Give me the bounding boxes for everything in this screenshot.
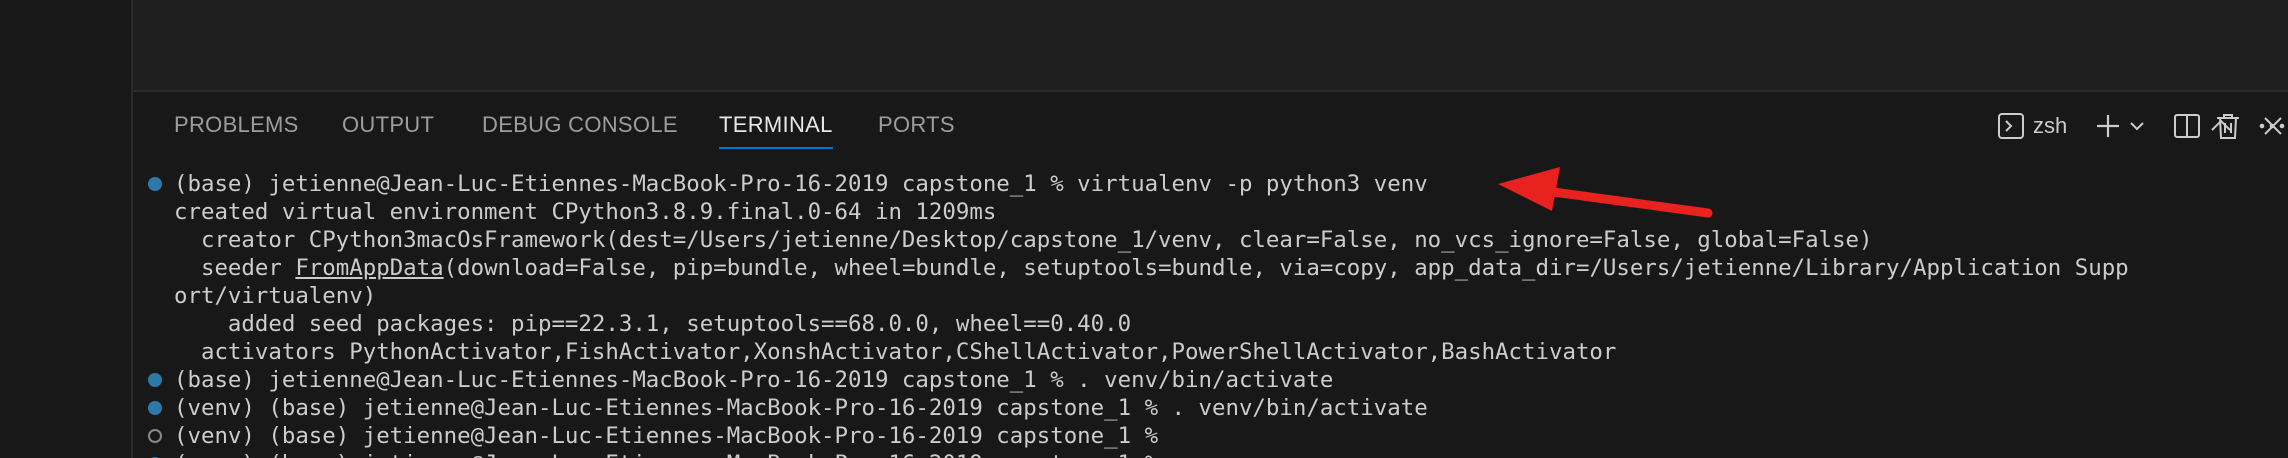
command-success-decoration[interactable] bbox=[148, 401, 162, 415]
chevron-up-icon bbox=[2209, 114, 2233, 138]
plus-icon bbox=[2094, 112, 2122, 140]
activity-bar bbox=[0, 0, 133, 458]
terminal-profiles-dropdown[interactable] bbox=[2129, 108, 2145, 144]
tab-terminal[interactable]: TERMINAL bbox=[719, 112, 833, 149]
terminal-line: activators PythonActivator,FishActivator… bbox=[174, 339, 1617, 365]
editor-area bbox=[133, 0, 2288, 92]
tab-output[interactable]: OUTPUT bbox=[342, 112, 434, 146]
annotation-arrow bbox=[1498, 167, 1713, 218]
command-success-decoration[interactable] bbox=[148, 177, 162, 191]
command-success-decoration[interactable] bbox=[148, 373, 162, 387]
new-terminal-button[interactable] bbox=[2094, 108, 2122, 144]
close-panel-button[interactable] bbox=[2261, 108, 2285, 144]
terminal-line: ort/virtualenv) bbox=[174, 283, 377, 309]
split-terminal-button[interactable] bbox=[2173, 108, 2201, 144]
close-icon bbox=[2261, 114, 2285, 138]
tab-debug-console[interactable]: DEBUG CONSOLE bbox=[482, 112, 678, 146]
command-pending-decoration[interactable] bbox=[148, 429, 162, 443]
terminal-line: (venv) (base) jetienne@Jean-Luc-Etiennes… bbox=[174, 423, 1159, 449]
terminal-text: seeder bbox=[174, 255, 296, 281]
split-icon bbox=[2173, 112, 2201, 140]
terminal-link[interactable]: FromAppData bbox=[295, 255, 443, 281]
bottom-panel: PROBLEMS OUTPUT DEBUG CONSOLE TERMINAL P… bbox=[133, 92, 2288, 458]
maximize-panel-button[interactable] bbox=[2209, 108, 2233, 144]
terminal-output[interactable]: (base) jetienne@Jean-Luc-Etiennes-MacBoo… bbox=[133, 170, 2288, 458]
terminal-line: (base) jetienne@Jean-Luc-Etiennes-MacBoo… bbox=[174, 367, 1334, 393]
shell-name: zsh bbox=[2033, 113, 2068, 138]
chevron-down-icon bbox=[2129, 118, 2145, 134]
terminal-icon bbox=[1997, 112, 2025, 140]
terminal-line: (venv) (base) jetienne@Jean-Luc-Etiennes… bbox=[174, 450, 1158, 458]
terminal-line: (base) jetienne@Jean-Luc-Etiennes-MacBoo… bbox=[174, 171, 1428, 197]
tab-ports[interactable]: PORTS bbox=[878, 112, 955, 146]
terminal-line: (venv) (base) jetienne@Jean-Luc-Etiennes… bbox=[174, 395, 1428, 421]
terminal-line: created virtual environment CPython3.8.9… bbox=[174, 199, 997, 225]
panel-tabs: PROBLEMS OUTPUT DEBUG CONSOLE TERMINAL P… bbox=[133, 92, 1833, 152]
terminal-text: (download=False, pip=bundle, wheel=bundl… bbox=[443, 255, 2129, 281]
terminal-line: added seed packages: pip==22.3.1, setupt… bbox=[174, 311, 1132, 337]
terminal-shell-selector[interactable]: zsh bbox=[1997, 108, 2067, 144]
terminal-line: creator CPython3macOsFramework(dest=/Use… bbox=[174, 227, 1873, 253]
terminal-line: seeder FromAppData(download=False, pip=b… bbox=[174, 254, 2129, 282]
tab-problems[interactable]: PROBLEMS bbox=[174, 112, 299, 146]
